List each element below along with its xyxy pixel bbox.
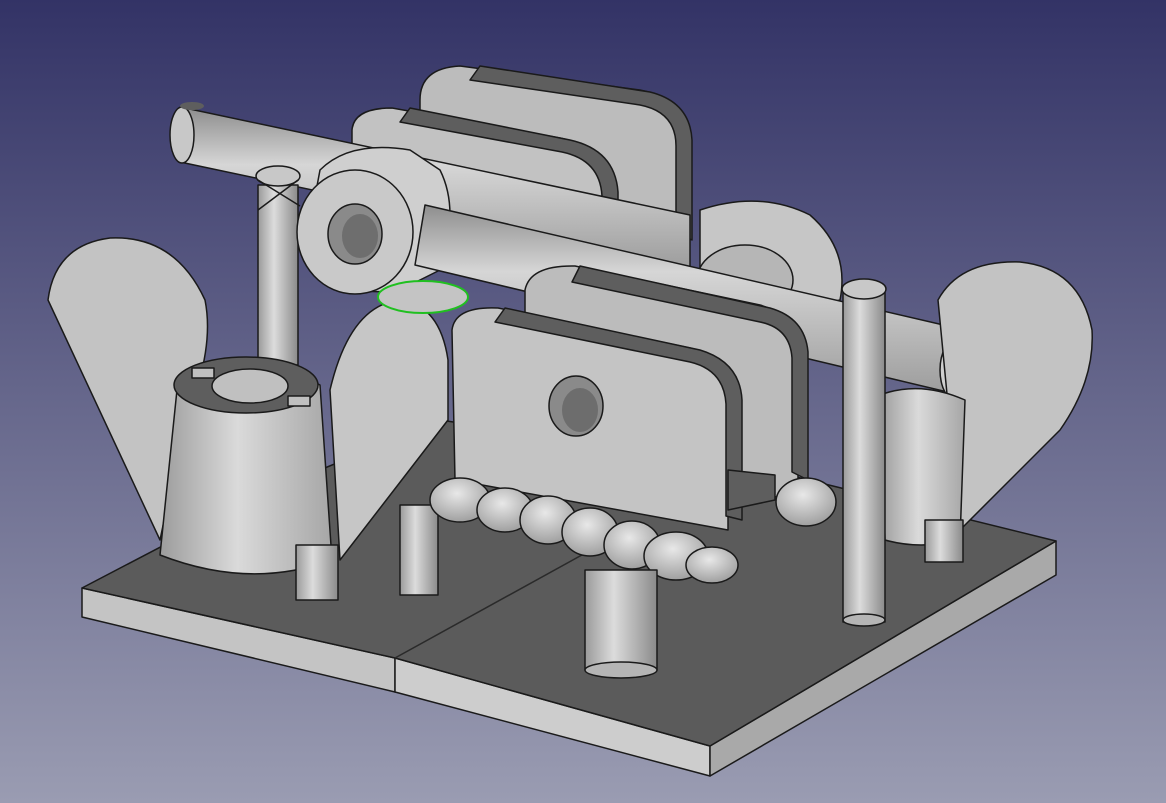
post-right [841,278,887,627]
post-left-rear [255,165,301,366]
post-center-base [584,661,658,679]
viewport-canvas[interactable] [0,0,1166,803]
preselected-face-highlight [377,280,469,314]
post-center [584,569,658,671]
3d-viewport[interactable] [0,0,1166,803]
